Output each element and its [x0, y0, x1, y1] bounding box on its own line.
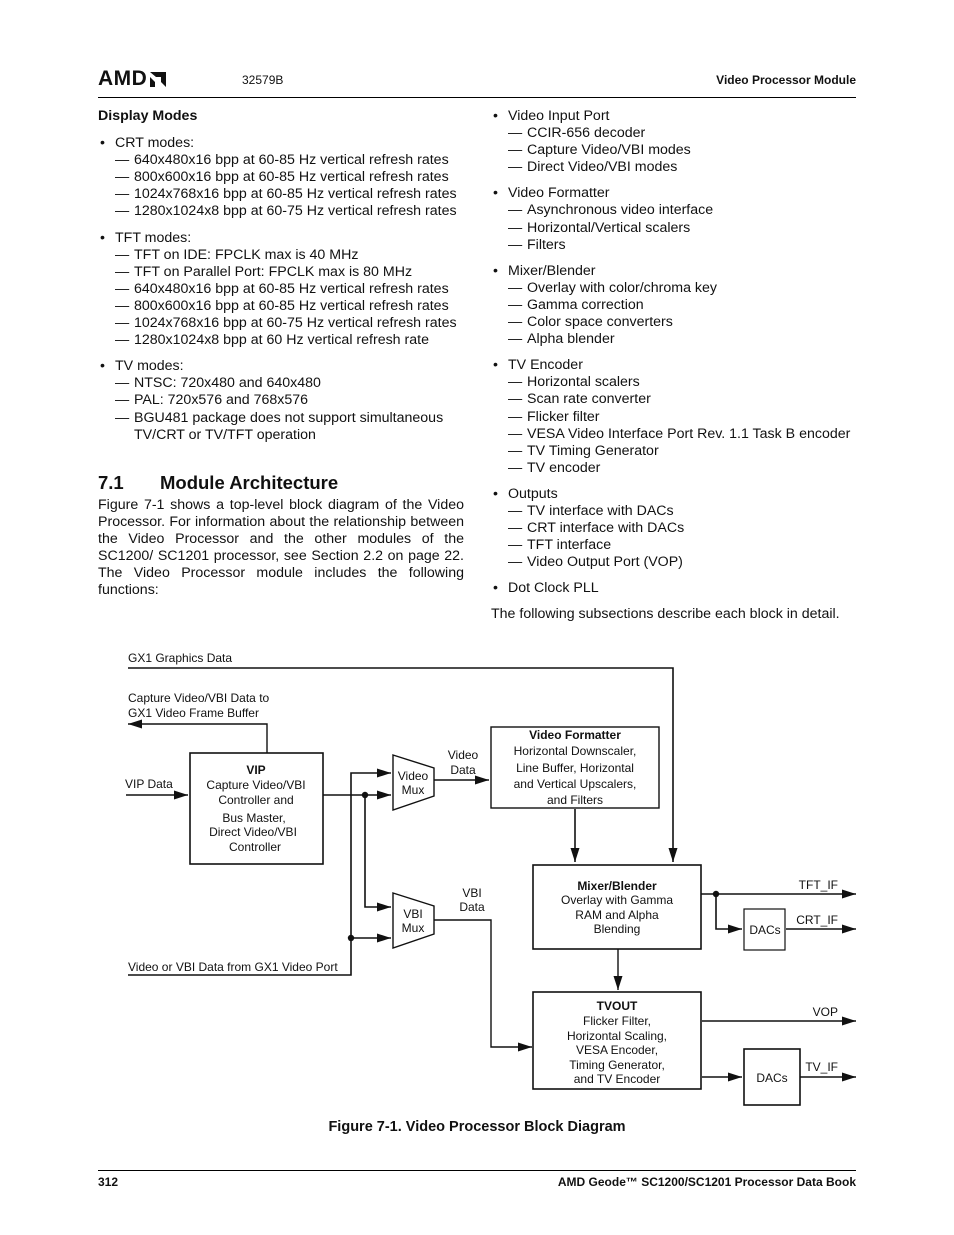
- tvout-line: Horizontal Scaling,: [567, 1029, 667, 1043]
- vip-line: Controller: [229, 840, 281, 854]
- video-formatter-line: and Vertical Upscalers,: [514, 777, 637, 791]
- tft-if-label: TFT_IF: [799, 878, 838, 892]
- vbi-data-label-2: Data: [459, 900, 485, 914]
- mixer-to-dacs-line: [715, 894, 742, 934]
- video-formatter-line: and Filters: [547, 793, 603, 807]
- tvout-line: and TV Encoder: [574, 1072, 661, 1086]
- mixer-line: Overlay with Gamma: [561, 893, 673, 907]
- block-diagram: GX1 Graphics Data Capture Video/VBI Data…: [125, 651, 856, 1106]
- figure-caption: Figure 7-1. Video Processor Block Diagra…: [328, 1119, 626, 1135]
- mixer-blender-block: [532, 864, 702, 950]
- capture-label-line2: GX1 Video Frame Buffer: [128, 706, 259, 720]
- vbi-data-label-1: VBI: [462, 886, 481, 900]
- video-formatter-line: Horizontal Downscaler,: [514, 744, 637, 758]
- junction-dot: [347, 934, 355, 942]
- vip-line: Controller and: [218, 793, 293, 807]
- book-title: AMD Geode™ SC1200/SC1201 Processor Data …: [557, 1175, 856, 1189]
- video-data-label-1: Video: [448, 748, 479, 762]
- vop-label: VOP: [813, 1005, 838, 1019]
- tvout-line: VESA Encoder,: [576, 1043, 658, 1057]
- gx1-graphics-label: GX1 Graphics Data: [128, 651, 232, 665]
- tvout-line: Timing Generator,: [569, 1058, 665, 1072]
- vbi-data-line: [434, 919, 532, 1052]
- gx1-video-port-label: Video or VBI Data from GX1 Video Port: [128, 960, 338, 974]
- mixer-title: Mixer/Blender: [577, 879, 657, 893]
- tvout-line: Flicker Filter,: [583, 1014, 651, 1028]
- vip-to-vbi-mux-line: [364, 795, 391, 912]
- mixer-line: RAM and Alpha: [575, 908, 659, 922]
- video-mux-label-1: Video: [398, 769, 429, 783]
- junction-dot: [361, 791, 369, 799]
- video-data-label-2: Data: [450, 763, 476, 777]
- dacs-tv-label: DACs: [756, 1071, 787, 1085]
- junction-dot: [712, 890, 720, 898]
- vip-line: Direct Video/VBI: [209, 825, 297, 839]
- crt-if-label: CRT_IF: [796, 913, 838, 927]
- video-formatter-title: Video Formatter: [529, 728, 621, 742]
- footer-rule: [98, 1170, 856, 1171]
- tvout-title: TVOUT: [597, 999, 638, 1013]
- dacs-crt-label: DACs: [749, 923, 780, 937]
- page-number: 312: [98, 1175, 119, 1189]
- vip-data-label: VIP Data: [125, 777, 173, 791]
- vbi-mux-label-1: VBI: [403, 907, 422, 921]
- capture-output-line: [128, 719, 268, 753]
- mixer-line: Blending: [594, 922, 641, 936]
- capture-label-line1: Capture Video/VBI Data to: [128, 691, 270, 705]
- vip-line: Capture Video/VBI: [206, 778, 305, 792]
- vip-line: Bus Master,: [222, 811, 285, 825]
- video-formatter-line: Line Buffer, Horizontal: [516, 761, 634, 775]
- vbi-mux-label-2: Mux: [402, 921, 425, 935]
- vip-title: VIP: [246, 763, 265, 777]
- tv-if-label: TV_IF: [805, 1060, 838, 1074]
- video-mux-label-2: Mux: [402, 783, 425, 797]
